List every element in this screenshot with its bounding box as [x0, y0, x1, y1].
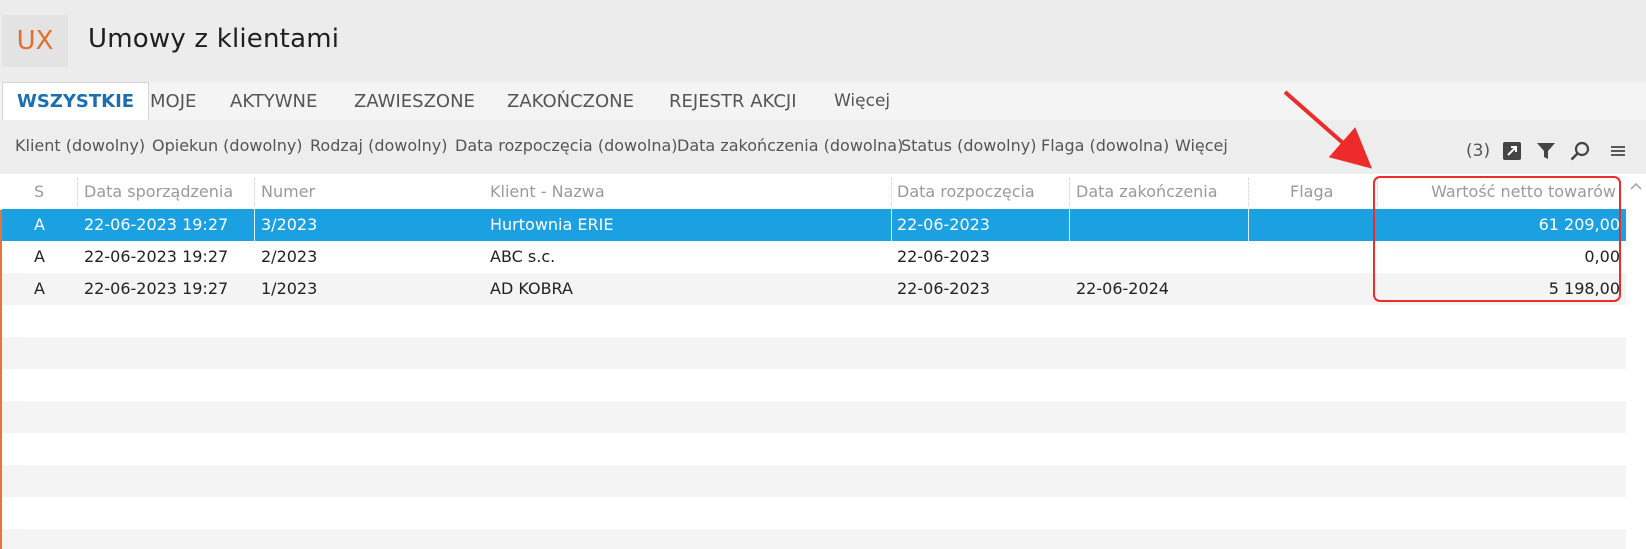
cell-data-zakonczenia: 22-06-2024	[1076, 279, 1169, 298]
cell-separator	[891, 209, 892, 241]
filter-klient[interactable]: Klient (dowolny)	[15, 136, 145, 155]
empty-row	[2, 433, 1626, 465]
empty-row	[2, 465, 1626, 497]
empty-row	[2, 337, 1626, 369]
cell-numer: 3/2023	[261, 215, 318, 234]
filter-bar: Klient (dowolny) Opiekun (dowolny) Rodza…	[0, 120, 1646, 174]
cell-data-rozpoczecia: 22-06-2023	[897, 215, 990, 234]
column-header-data-zakonczenia[interactable]: Data zakończenia	[1076, 182, 1218, 201]
empty-row	[2, 401, 1626, 433]
tab-moje[interactable]: MOJE	[136, 82, 210, 120]
cell-separator	[1248, 209, 1249, 241]
cell-klient: ABC s.c.	[490, 247, 556, 266]
empty-row	[2, 497, 1626, 529]
filter-opiekun[interactable]: Opiekun (dowolny)	[152, 136, 303, 155]
filter-icon[interactable]	[1534, 139, 1558, 163]
column-separator[interactable]	[77, 178, 78, 206]
cell-numer: 1/2023	[261, 279, 318, 298]
filter-more[interactable]: Więcej	[1175, 136, 1228, 155]
cell-s: A	[34, 247, 45, 266]
cell-data-sporzadzenia: 22-06-2023 19:27	[84, 279, 229, 298]
filter-data-rozpoczecia[interactable]: Data rozpoczęcia (dowolna)	[455, 136, 678, 155]
cell-data-sporzadzenia: 22-06-2023 19:27	[84, 215, 229, 234]
tab-zakonczone[interactable]: ZAKOŃCZONE	[493, 82, 648, 120]
tab-zawieszone[interactable]: ZAWIESZONE	[340, 82, 489, 120]
app-badge[interactable]: UX	[2, 15, 68, 67]
filter-data-zakonczenia[interactable]: Data zakończenia (dowolna)	[677, 136, 903, 155]
column-header-data-rozpoczecia[interactable]: Data rozpoczęcia	[897, 182, 1035, 201]
cell-klient: AD KOBRA	[490, 279, 573, 298]
page-title: Umowy z klientami	[88, 24, 340, 54]
empty-row	[2, 305, 1626, 337]
tab-bar: WSZYSTKIE MOJE AKTYWNE ZAWIESZONE ZAKOŃC…	[0, 82, 1646, 120]
column-header-data-sporzadzenia[interactable]: Data sporządzenia	[84, 182, 233, 201]
cell-numer: 2/2023	[261, 247, 318, 266]
column-header-numer[interactable]: Numer	[261, 182, 315, 201]
search-icon[interactable]	[1568, 139, 1592, 163]
filter-status[interactable]: Status (dowolny)	[901, 136, 1036, 155]
cell-data-rozpoczecia: 22-06-2023	[897, 247, 990, 266]
cell-data-rozpoczecia: 22-06-2023	[897, 279, 990, 298]
annotation-highlight-box	[1373, 176, 1621, 302]
app-header: UX Umowy z klientami	[0, 0, 1646, 82]
export-icon[interactable]	[1500, 139, 1524, 163]
column-header-flaga[interactable]: Flaga	[1290, 182, 1333, 201]
tab-aktywne[interactable]: AKTYWNE	[216, 82, 331, 120]
column-separator[interactable]	[891, 178, 892, 206]
cell-s: A	[34, 279, 45, 298]
column-header-klient-nazwa[interactable]: Klient - Nazwa	[490, 182, 605, 201]
record-count: (3)	[1466, 141, 1491, 161]
column-separator[interactable]	[254, 178, 255, 206]
filter-flaga[interactable]: Flaga (dowolna)	[1041, 136, 1169, 155]
tab-more[interactable]: Więcej	[820, 82, 904, 120]
column-header-s[interactable]: S	[34, 182, 44, 201]
cell-s: A	[34, 215, 45, 234]
tab-wszystkie[interactable]: WSZYSTKIE	[2, 82, 150, 120]
cell-separator	[1069, 209, 1070, 241]
cell-klient: Hurtownia ERIE	[490, 215, 614, 234]
menu-icon[interactable]	[1606, 139, 1630, 163]
empty-row	[2, 369, 1626, 401]
cell-data-sporzadzenia: 22-06-2023 19:27	[84, 247, 229, 266]
column-separator[interactable]	[1069, 178, 1070, 206]
empty-row	[2, 529, 1626, 549]
cell-separator	[254, 209, 255, 241]
scroll-up-icon[interactable]	[1627, 178, 1645, 196]
tab-rejestr-akcji[interactable]: REJESTR AKCJI	[655, 82, 811, 120]
filter-rodzaj[interactable]: Rodzaj (dowolny)	[310, 136, 447, 155]
column-separator[interactable]	[1248, 178, 1249, 206]
